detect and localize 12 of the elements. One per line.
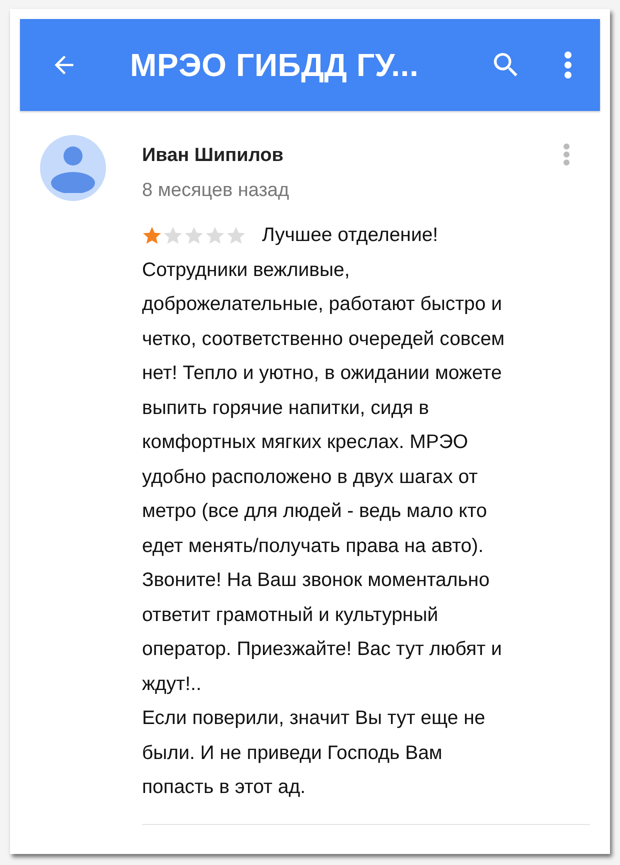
star-icon [142,226,162,245]
author-name: Иван Шипилов [142,145,284,167]
more-options-icon[interactable] [563,143,570,166]
review-text: Сотрудники вежливые, доброжелательные, работают быстро и четко, соответственно очередей совсем нет! Тепло и уютно, в ожидании можете выпить горячие напитки, сидя в комфортных мягких креслах. МРЭО удобно расположено в двух шагах от метро (все для людей - ведь мало кто едет менять/получать права на авто). Звоните! На Ваш звонок моментально ответит грамотный и культурный оператор. Приезжайте! Вас тут любят и ждут!.. [142,258,506,696]
app-bar-title: МРЭО ГИБДД ГУ... [130,46,420,84]
star-icon [205,226,225,245]
review-text: Если поверили, значит Вы тут еще не были. И не приведи Господь Вам попасть в этот ад. [142,706,486,800]
star-icon [226,226,246,245]
review-headline: Лучшее отделение! [262,224,438,247]
star-icon [163,226,183,245]
review-time: 8 месяцев назад [142,180,290,202]
star-icon [184,226,204,245]
